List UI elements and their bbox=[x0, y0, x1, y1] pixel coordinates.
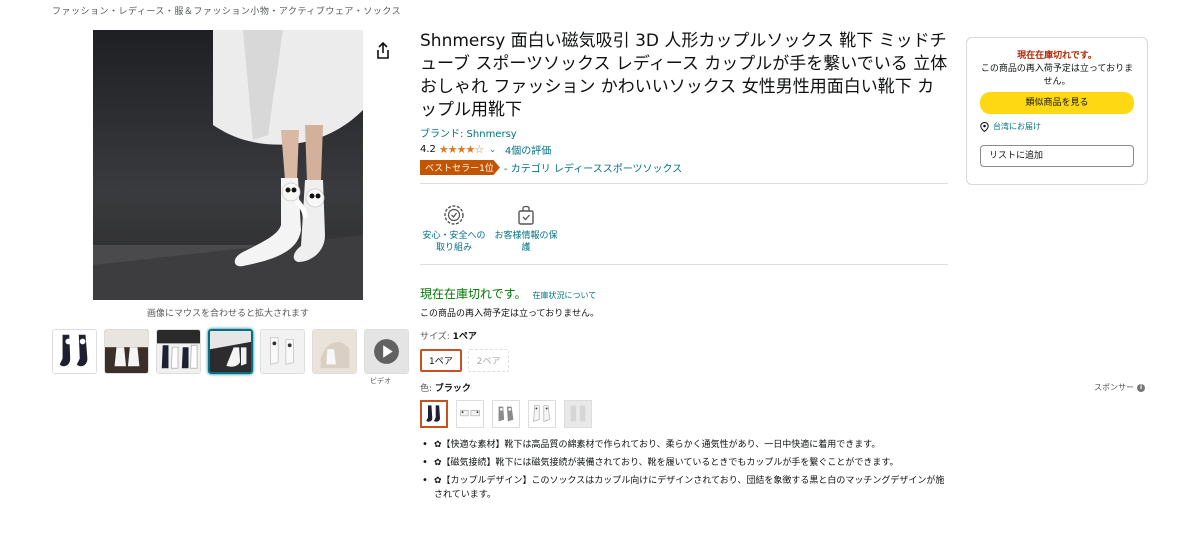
location-pin-icon bbox=[980, 121, 989, 132]
deliver-to-link[interactable]: 台湾にお届け bbox=[980, 121, 1134, 132]
color-selected: ブラック bbox=[434, 384, 471, 394]
trust-safety[interactable]: 安心・安全への取り組み bbox=[420, 204, 488, 254]
chevron-down-icon[interactable]: ⌄ bbox=[489, 145, 496, 154]
size-options: 1ペア 2ペア bbox=[420, 349, 948, 372]
feature-bullets: ✿【快適な素材】靴下は高品質の綿素材で作られており、柔らかく通気性があり、一日中… bbox=[420, 438, 948, 502]
add-to-list-button[interactable]: リストに追加 bbox=[980, 145, 1134, 167]
size-option-2pair[interactable]: 2ペア bbox=[467, 349, 510, 372]
stock-status: 現在在庫切れです。 bbox=[420, 287, 527, 301]
trust-badges: 安心・安全への取り組み お客様情報の保護 bbox=[420, 184, 948, 264]
sponsor-text: スポンサー bbox=[1094, 383, 1134, 392]
breadcrumb[interactable]: ファッション・レディース・服＆ファッション小物・アクティブウェア・ソックス bbox=[52, 4, 401, 17]
stock-info-link[interactable]: 在庫状況について bbox=[532, 290, 596, 301]
bestseller-row: ベストセラー1位 - カテゴリ レディーススポーツソックス bbox=[420, 160, 948, 175]
product-details: Shnmersy 面白い磁気吸引 3D 人形カップルソックス 靴下 ミッドチュー… bbox=[420, 30, 948, 506]
see-similar-button[interactable]: 類似商品を見る bbox=[980, 92, 1134, 114]
color-options bbox=[420, 400, 948, 428]
thumbnail-6[interactable] bbox=[312, 329, 357, 374]
rating-value: 4.2 bbox=[420, 144, 436, 155]
size-option-1pair[interactable]: 1ペア bbox=[420, 349, 462, 372]
color-option-light-gray[interactable] bbox=[564, 400, 592, 428]
secure-bag-icon bbox=[518, 205, 534, 225]
color-option-black[interactable] bbox=[420, 400, 448, 428]
shield-badge-icon bbox=[444, 205, 464, 225]
availability-row: 現在在庫切れです。 在庫状況について bbox=[420, 285, 948, 302]
thumbnail-1[interactable] bbox=[52, 329, 97, 374]
thumbnail-2[interactable] bbox=[104, 329, 149, 374]
bullet-item: ✿【カップルデザイン】このソックスはカップル向けにデザインされており、団結を象徴… bbox=[420, 474, 948, 502]
share-icon[interactable] bbox=[375, 41, 391, 60]
color-label: 色: bbox=[420, 384, 433, 394]
brand-link[interactable]: ブランド: Shnmersy bbox=[420, 125, 948, 140]
color-label-row: 色: ブラック bbox=[420, 381, 948, 394]
size-label: サイズ: bbox=[420, 332, 450, 342]
rating-row: 4.2 ★★★★☆ ⌄ 4個の評価 bbox=[420, 142, 948, 157]
info-icon[interactable]: i bbox=[1137, 383, 1145, 392]
thumbnail-strip bbox=[52, 329, 409, 374]
divider bbox=[420, 264, 948, 265]
trust-safety-label: 安心・安全への取り組み bbox=[422, 231, 486, 253]
product-title: Shnmersy 面白い磁気吸引 3D 人形カップルソックス 靴下 ミッドチュー… bbox=[420, 31, 948, 120]
restock-text: この商品の再入荷予定は立っておりません。 bbox=[420, 309, 600, 319]
video-label: ビデオ bbox=[370, 377, 391, 385]
buybox-restock-text: この商品の再入荷予定は立っておりません。 bbox=[980, 64, 1134, 87]
bestseller-badge: ベストセラー1位 bbox=[420, 160, 500, 175]
color-option-gray[interactable] bbox=[492, 400, 520, 428]
buy-box: 現在在庫切れです。 この商品の再入荷予定は立っておりません。 類似商品を見る 台… bbox=[966, 37, 1148, 185]
rating-count-link[interactable]: 4個の評価 bbox=[505, 142, 551, 157]
color-option-white[interactable] bbox=[456, 400, 484, 428]
star-rating-icon[interactable]: ★★★★☆ bbox=[439, 143, 484, 156]
thumbnail-3[interactable] bbox=[156, 329, 201, 374]
thumbnail-5[interactable] bbox=[260, 329, 305, 374]
thumbnail-video[interactable] bbox=[364, 329, 409, 374]
bestseller-category-link[interactable]: - カテゴリ レディーススポーツソックス bbox=[504, 160, 682, 175]
buybox-stock-status: 現在在庫切れです。 bbox=[1017, 51, 1097, 61]
trust-privacy-label: お客様情報の保護 bbox=[494, 231, 558, 253]
main-product-image[interactable] bbox=[93, 30, 363, 300]
bullet-item: ✿【磁気接続】靴下には磁気接続が装備されており、靴を履いているときでもカップルが… bbox=[420, 456, 948, 470]
zoom-hint: 画像にマウスを合わせると拡大されます bbox=[146, 309, 309, 319]
size-selected: 1ペア bbox=[452, 332, 477, 342]
bullet-item: ✿【快適な素材】靴下は高品質の綿素材で作られており、柔らかく通気性があり、一日中… bbox=[420, 438, 948, 452]
size-label-row: サイズ: 1ペア bbox=[420, 329, 948, 342]
thumbnail-4-selected[interactable] bbox=[208, 329, 253, 374]
sponsored-label[interactable]: スポンサー i bbox=[1094, 382, 1145, 393]
deliver-to-label: 台湾にお届け bbox=[993, 122, 1041, 131]
trust-privacy[interactable]: お客様情報の保護 bbox=[492, 204, 560, 254]
color-option-white-2[interactable] bbox=[528, 400, 556, 428]
